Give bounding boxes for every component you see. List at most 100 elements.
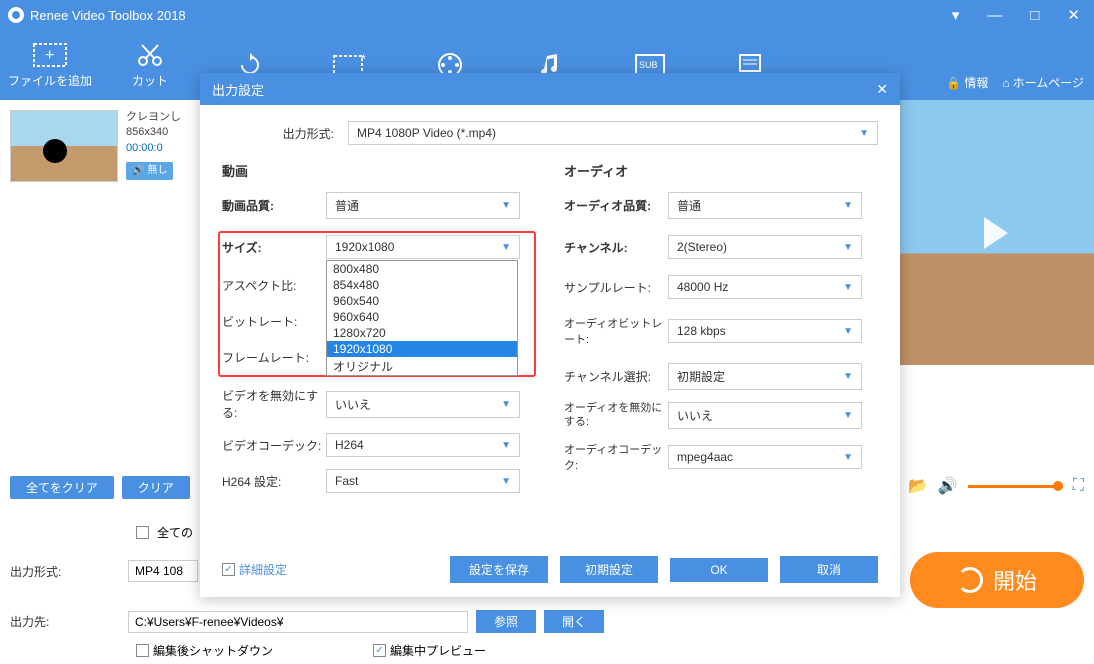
app-logo-icon [8, 7, 24, 23]
output-dest-label: 出力先: [10, 613, 120, 630]
output-dest-row: 出力先: 参照 開く [10, 610, 1084, 633]
video-disable-label: ビデオを無効にする: [222, 387, 326, 421]
audio-settings-column: オーディオ オーディオ品質: 普通▼ チャンネル: 2(Stereo)▼ サンプ… [564, 161, 878, 505]
add-file-button[interactable]: + ファイルを追加 [0, 42, 100, 89]
clip-thumbnail [10, 110, 118, 182]
shutdown-label: 編集後シャットダウン [153, 642, 273, 659]
audio-heading: オーディオ [564, 161, 878, 180]
size-options-list[interactable]: 800x480 854x480 960x540 960x640 1280x720… [326, 260, 518, 376]
sample-rate-dropdown[interactable]: 48000 Hz▼ [668, 275, 862, 299]
video-quality-label: 動画品質: [222, 197, 326, 214]
save-settings-button[interactable]: 設定を保存 [450, 556, 548, 583]
video-codec-dropdown[interactable]: H264▼ [326, 433, 520, 457]
audio-disable-dropdown[interactable]: いいえ▼ [668, 402, 862, 429]
bottom-flags-row: 編集後シャットダウン ✓ 編集中プレビュー [10, 642, 1084, 659]
start-button[interactable]: 開始 [910, 552, 1084, 608]
tool-label: ファイルを追加 [8, 72, 92, 89]
reset-settings-button[interactable]: 初期設定 [560, 556, 658, 583]
size-option[interactable]: 960x640 [327, 309, 517, 325]
clip-mute-button[interactable]: 🔊 無し [126, 162, 173, 180]
dialog-footer: ✓詳細設定 設定を保存 初期設定 OK 取消 [200, 556, 900, 583]
clip-item[interactable]: クレヨンし 856x340 00:00:0 🔊 無し [10, 110, 190, 182]
home-link[interactable]: ⌂ホームページ [1002, 74, 1084, 91]
chevron-down-icon: ▼ [859, 128, 869, 139]
clip-list: クレヨンし 856x340 00:00:0 🔊 無し [0, 100, 200, 192]
bitrate-label: ビットレート: [222, 313, 326, 330]
h264-label: H264 設定: [222, 473, 326, 490]
clip-resolution: 856x340 [126, 125, 181, 140]
chevron-down-icon: ▼ [501, 399, 511, 410]
clip-time: 00:00:0 [126, 141, 181, 156]
lock-icon: 🔒 [946, 76, 961, 90]
aspect-label: アスペクト比: [222, 277, 326, 294]
output-format-value: MP4 1080P Video (*.mp4) [357, 126, 496, 140]
all-checkbox-label: 全ての [157, 524, 193, 541]
clip-name: クレヨンし [126, 110, 181, 125]
all-checkbox[interactable] [136, 526, 149, 539]
size-label: サイズ: [222, 239, 326, 256]
open-button[interactable]: 開く [544, 610, 604, 633]
dropdown-icon[interactable]: ▾ [946, 4, 966, 26]
minimize-button[interactable]: — [981, 5, 1008, 26]
size-option[interactable]: 960x540 [327, 293, 517, 309]
audio-disable-label: オーディオを無効にする: [564, 402, 668, 428]
close-button[interactable]: ✕ [1061, 4, 1086, 26]
dialog-title: 出力設定 [212, 80, 876, 99]
size-option-selected[interactable]: 1920x1080 [327, 341, 517, 357]
audio-quality-label: オーディオ品質: [564, 197, 668, 214]
play-overlay-icon[interactable] [984, 217, 1008, 249]
channel-label: チャンネル: [564, 239, 668, 256]
audio-quality-dropdown[interactable]: 普通▼ [668, 192, 862, 219]
chevron-down-icon: ▼ [843, 200, 853, 211]
clear-all-button[interactable]: 全てをクリア [10, 476, 114, 499]
browse-button[interactable]: 参照 [476, 610, 536, 633]
audio-codec-dropdown[interactable]: mpeg4aac▼ [668, 445, 862, 469]
output-dest-input[interactable] [128, 611, 468, 633]
channel-dropdown[interactable]: 2(Stereo)▼ [668, 235, 862, 259]
size-dropdown[interactable]: 1920x1080▼ [326, 235, 520, 259]
output-format-dropdown[interactable]: MP4 1080P Video (*.mp4) ▼ [348, 121, 878, 145]
output-format-label: 出力形式: [10, 563, 120, 580]
ok-button[interactable]: OK [670, 558, 768, 582]
chevron-down-icon: ▼ [501, 242, 511, 253]
cut-button[interactable]: カット [100, 42, 200, 89]
svg-text:+: + [45, 47, 54, 64]
shutdown-checkbox[interactable] [136, 644, 149, 657]
size-option[interactable]: 800x480 [327, 261, 517, 277]
dialog-header: 出力設定 ✕ [200, 73, 900, 105]
video-codec-label: ビデオコーデック: [222, 437, 326, 454]
framerate-label: フレームレート: [222, 349, 326, 366]
preview-checkbox[interactable]: ✓ [373, 644, 386, 657]
video-preview [898, 100, 1094, 365]
channel-select-label: チャンネル選択: [564, 368, 668, 385]
svg-text:*: * [361, 53, 366, 66]
chevron-down-icon: ▼ [843, 242, 853, 253]
preview-label: 編集中プレビュー [390, 642, 486, 659]
film-add-icon: + [32, 42, 68, 68]
size-option[interactable]: 1280x720 [327, 325, 517, 341]
output-format-input[interactable] [128, 560, 198, 582]
video-disable-dropdown[interactable]: いいえ▼ [326, 391, 520, 418]
cancel-button[interactable]: 取消 [780, 556, 878, 583]
chevron-down-icon: ▼ [843, 282, 853, 293]
chevron-down-icon: ▼ [843, 410, 853, 421]
video-quality-dropdown[interactable]: 普通▼ [326, 192, 520, 219]
chevron-down-icon: ▼ [501, 476, 511, 487]
preview-frame [898, 100, 1094, 365]
channel-select-dropdown[interactable]: 初期設定▼ [668, 363, 862, 390]
video-heading: 動画 [222, 161, 536, 180]
output-format-label: 出力形式: [264, 125, 334, 142]
audio-bitrate-dropdown[interactable]: 128 kbps▼ [668, 319, 862, 343]
h264-dropdown[interactable]: Fast▼ [326, 469, 520, 493]
advanced-settings-checkbox[interactable]: ✓詳細設定 [222, 561, 287, 578]
audio-codec-label: オーディオコーデック: [564, 441, 668, 473]
size-option[interactable]: オリジナル [327, 357, 517, 376]
maximize-button[interactable]: □ [1024, 5, 1045, 26]
dialog-close-button[interactable]: ✕ [876, 81, 888, 98]
chevron-down-icon: ▼ [843, 452, 853, 463]
info-link[interactable]: 🔒情報 [946, 74, 988, 91]
audio-bitrate-label: オーディオビットレート: [564, 315, 668, 347]
size-option[interactable]: 854x480 [327, 277, 517, 293]
clear-button[interactable]: クリア [122, 476, 190, 499]
output-settings-dialog: 出力設定 ✕ 出力形式: MP4 1080P Video (*.mp4) ▼ 動… [200, 73, 900, 597]
